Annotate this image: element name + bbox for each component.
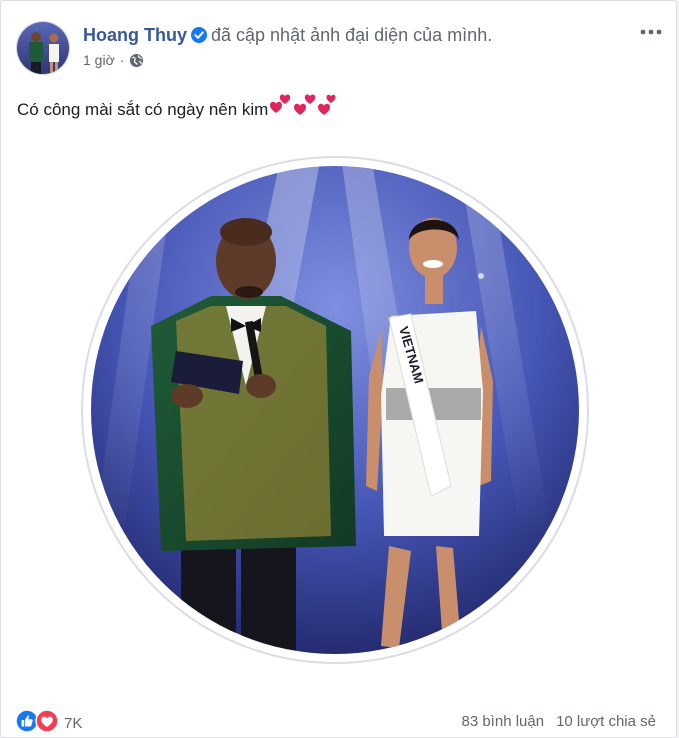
globe-icon[interactable]: [129, 53, 144, 71]
post-time[interactable]: 1 giờ: [83, 52, 115, 68]
engagement-counts: 83 bình luận 10 lượt chia sẻ: [461, 713, 656, 730]
author-avatar[interactable]: [16, 21, 70, 75]
profile-photo[interactable]: VIETNAM: [81, 156, 589, 664]
share-count[interactable]: 10 lượt chia sẻ: [556, 713, 656, 730]
post-action-text: đã cập nhật ảnh đại diện của mình.: [211, 25, 493, 45]
comment-count[interactable]: 83 bình luận: [461, 713, 544, 730]
post-caption: Có công mài sắt có ngày nên kim: [17, 100, 269, 119]
love-reaction-icon: [35, 708, 59, 738]
heart-emoji-icon: [270, 91, 336, 123]
meta-separator: ·: [119, 52, 125, 68]
post-meta: 1 giờ ·: [83, 52, 144, 71]
reactions-summary[interactable]: 7K: [15, 708, 82, 738]
post-card: Hoang Thuy đã cập nhật ảnh đại diện của m…: [0, 0, 677, 738]
post-header: Hoang Thuy đã cập nhật ảnh đại diện của m…: [83, 23, 492, 49]
avatar-image: [17, 22, 69, 74]
author-name[interactable]: Hoang Thuy: [83, 25, 187, 45]
reaction-count[interactable]: 7K: [64, 715, 82, 732]
more-options-icon[interactable]: [640, 23, 662, 41]
verified-badge-icon: [191, 25, 207, 49]
profile-photo-image: VIETNAM: [81, 156, 589, 664]
post-text: Có công mài sắt có ngày nên kim: [17, 91, 336, 123]
